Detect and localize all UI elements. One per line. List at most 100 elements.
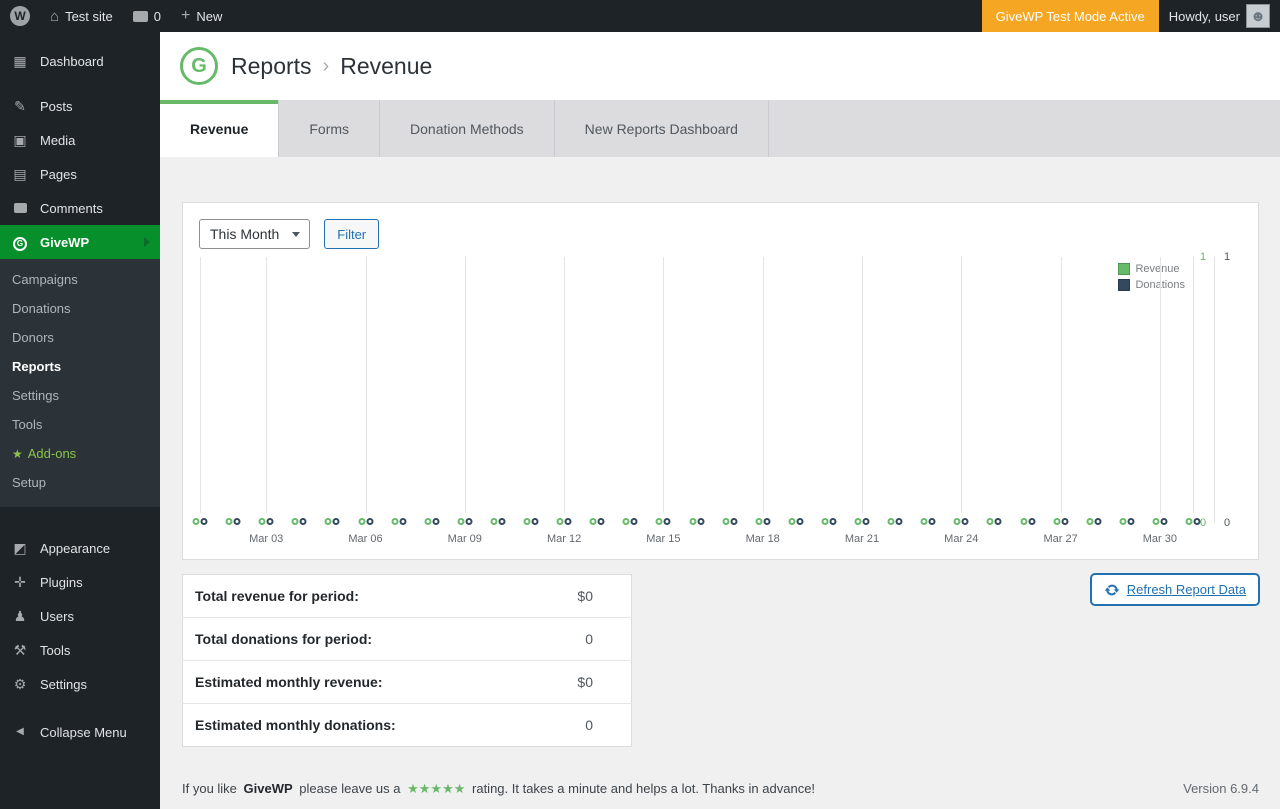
revenue-chart: Revenue Donations Mar 03 Mar 06 Mar 09 Mar 1… xyxy=(192,251,1242,553)
filter-button[interactable]: Filter xyxy=(324,219,380,249)
chart-point[interactable] xyxy=(655,518,671,525)
chart-point[interactable] xyxy=(1152,518,1168,525)
revenue-point-icon xyxy=(1053,518,1061,525)
test-mode-badge[interactable]: GiveWP Test Mode Active xyxy=(981,0,1159,32)
five-stars-link[interactable]: ★★★★★ xyxy=(407,781,465,796)
sidebar-item-users[interactable]: ♟ Users xyxy=(0,599,160,633)
sidebar-item-givewp[interactable]: G GiveWP xyxy=(0,225,160,259)
chart-point[interactable] xyxy=(358,518,373,525)
tab-forms[interactable]: Forms xyxy=(279,100,381,157)
chart-point[interactable] xyxy=(887,518,903,525)
chart-point[interactable] xyxy=(391,518,407,525)
summary-section: Total revenue for period: $0 Total donatio… xyxy=(182,574,1259,747)
sidebar-subitem-label: Donations xyxy=(12,301,71,316)
sidebar-item-pages[interactable]: ▤ Pages xyxy=(0,157,160,191)
summary-table: Total revenue for period: $0 Total donatio… xyxy=(182,574,632,747)
revenue-point-icon xyxy=(490,518,498,525)
chart-point[interactable] xyxy=(1053,518,1069,525)
sidebar-item-comments[interactable]: Comments xyxy=(0,191,160,225)
chart-point[interactable] xyxy=(324,518,340,525)
legend-item-donations[interactable]: Donations xyxy=(1118,279,1185,291)
tab-revenue[interactable]: Revenue xyxy=(160,100,280,157)
star-icon: ★ xyxy=(12,446,23,461)
period-select[interactable]: This Month xyxy=(199,219,311,249)
collapse-menu-button[interactable]: ◀ Collapse Menu xyxy=(0,715,160,749)
chart-gridline xyxy=(464,257,466,513)
chart-point[interactable] xyxy=(920,518,936,525)
chart-point[interactable] xyxy=(622,518,638,525)
chart-gridline xyxy=(365,257,367,513)
breadcrumb-parent[interactable]: Reports xyxy=(231,53,312,80)
admin-bar-right: GiveWP Test Mode Active Howdy, user ☻ xyxy=(981,0,1280,32)
chart-point[interactable] xyxy=(689,518,704,525)
chart-gridline xyxy=(1060,257,1062,513)
sidebar-subitem-setup[interactable]: Setup xyxy=(0,468,160,497)
chart-point[interactable] xyxy=(953,518,969,525)
donations-point-icon xyxy=(994,518,1002,525)
x-axis-tick-label: Mar 30 xyxy=(1142,533,1178,545)
y-axis-tick-label: 0 xyxy=(1223,517,1231,529)
wordpress-menu[interactable]: W xyxy=(0,0,40,32)
legend-item-revenue[interactable]: Revenue xyxy=(1118,263,1185,275)
sidebar-subitem-label: Donors xyxy=(12,330,54,345)
sidebar-subitem-campaigns[interactable]: Campaigns xyxy=(0,265,160,294)
chart-gridline xyxy=(1159,257,1161,513)
sidebar-subitem-settings[interactable]: Settings xyxy=(0,381,160,410)
tab-new-reports-dashboard[interactable]: New Reports Dashboard xyxy=(555,100,769,157)
chart-gridline xyxy=(266,257,268,513)
admin-sidebar: ▦ Dashboard ✎ Posts ▣ Media ▤ Pages Comments G G… xyxy=(0,32,160,809)
chart-point[interactable] xyxy=(722,518,738,525)
refresh-report-data-button[interactable]: Refresh Report Data xyxy=(1090,574,1259,605)
sidebar-subitem-donations[interactable]: Donations xyxy=(0,294,160,323)
donations-point-icon xyxy=(1160,518,1168,525)
sidebar-item-tools[interactable]: ⚒ Tools xyxy=(0,633,160,667)
chart-point[interactable] xyxy=(1119,518,1135,525)
chart-point[interactable] xyxy=(258,518,274,525)
chart-point[interactable] xyxy=(821,518,837,525)
sidebar-item-media[interactable]: ▣ Media xyxy=(0,123,160,157)
chart-point[interactable] xyxy=(986,518,1002,525)
sidebar-subitem-add-ons[interactable]: ★ Add-ons xyxy=(0,439,160,468)
chart-point[interactable] xyxy=(291,518,307,525)
sidebar-item-settings[interactable]: ⚙ Settings xyxy=(0,667,160,701)
sidebar-subitem-donors[interactable]: Donors xyxy=(0,323,160,352)
sidebar-item-appearance[interactable]: ◩ Appearance xyxy=(0,531,160,565)
sidebar-subitem-reports[interactable]: Reports xyxy=(0,352,160,381)
chart-point[interactable] xyxy=(1086,518,1102,525)
breadcrumb-current: Revenue xyxy=(340,52,433,79)
chart-point[interactable] xyxy=(225,518,241,525)
chart-point[interactable] xyxy=(1020,518,1035,525)
sidebar-item-posts[interactable]: ✎ Posts xyxy=(0,89,160,123)
revenue-point-icon xyxy=(192,518,200,525)
users-icon: ♟ xyxy=(13,608,27,624)
chart-point[interactable] xyxy=(192,518,208,525)
main-content: G Reports › Revenue Revenue Forms Donation… xyxy=(160,32,1280,809)
revenue-point-icon xyxy=(556,518,564,525)
sidebar-subitem-tools[interactable]: Tools xyxy=(0,410,160,439)
chart-point[interactable] xyxy=(755,518,771,525)
sidebar-item-plugins[interactable]: ✛ Plugins xyxy=(0,565,160,599)
howdy-text: Howdy, user xyxy=(1168,8,1240,24)
givewp-submenu: Campaigns Donations Donors Reports Settings T… xyxy=(0,259,160,507)
x-axis-tick-label: Mar 15 xyxy=(646,533,681,545)
account-menu[interactable]: Howdy, user ☻ xyxy=(1159,0,1280,32)
y-axis-separator xyxy=(1214,257,1215,523)
site-name-link[interactable]: ⌂ Test site xyxy=(40,0,123,32)
chart-point[interactable] xyxy=(490,518,506,525)
chart-point[interactable] xyxy=(556,518,572,525)
chart-point[interactable] xyxy=(589,518,605,525)
sidebar-item-label: Posts xyxy=(40,98,73,114)
chart-point[interactable] xyxy=(854,518,870,525)
tab-donation-methods[interactable]: Donation Methods xyxy=(380,100,555,157)
footer-text: If you like xyxy=(182,781,237,796)
sidebar-item-dashboard[interactable]: ▦ Dashboard xyxy=(0,44,160,78)
new-content-link[interactable]: + New xyxy=(171,0,232,32)
chart-point[interactable] xyxy=(457,518,473,525)
chart-point[interactable] xyxy=(424,518,440,525)
page-header: G Reports › Revenue xyxy=(160,32,1280,100)
comments-link[interactable]: 0 xyxy=(123,0,171,32)
chart-point[interactable] xyxy=(523,518,539,525)
donations-point-icon xyxy=(332,518,340,525)
revenue-point-icon xyxy=(358,518,365,525)
chart-point[interactable] xyxy=(788,518,804,525)
